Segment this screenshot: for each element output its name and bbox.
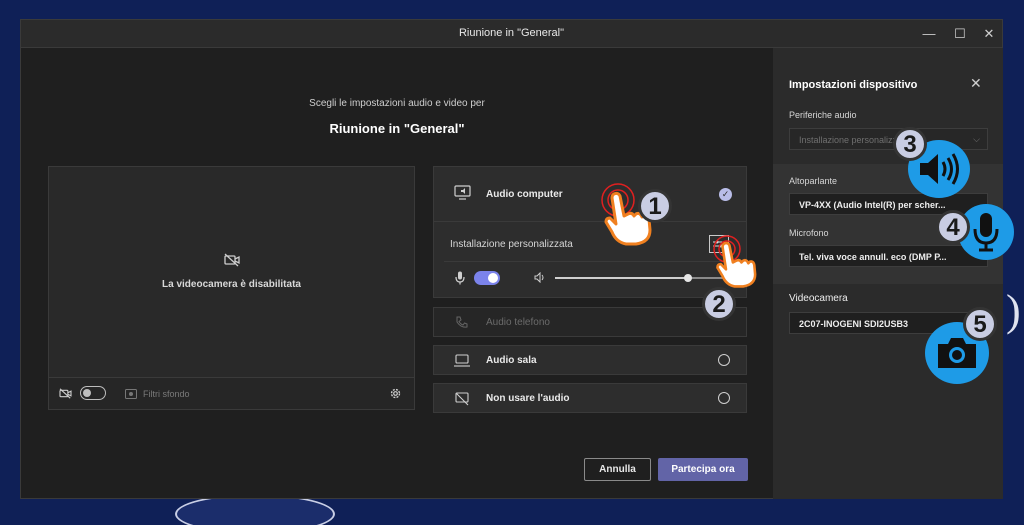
teams-window: Riunione in "General" — ☐ ✕ Scegli le im… <box>20 19 1003 499</box>
no-audio-option[interactable]: Non usare l'audio <box>433 383 747 413</box>
window-title: Riunione in "General" <box>458 27 565 39</box>
video-preview: La videocamera è disabilitata Filtri sfo… <box>48 166 415 410</box>
chevron-down-icon: ⌵ <box>973 134 980 144</box>
no-audio-radio[interactable] <box>718 392 730 404</box>
camera-disabled-text: La videocamera è disabilitata <box>162 279 301 290</box>
microphone-toggle[interactable] <box>474 271 500 285</box>
camera-value: 2C07-INOGENI SDI2USB3 <box>799 319 909 329</box>
prejoin-subtitle: Scegli le impostazioni audio e video per <box>309 98 485 109</box>
camera-label: Videocamera <box>789 293 848 304</box>
audio-room-radio[interactable] <box>718 354 730 366</box>
step-badge-3: 3 <box>893 127 927 161</box>
selected-check-icon: ✓ <box>719 188 732 201</box>
preview-toolbar: Filtri sfondo <box>49 377 414 409</box>
pointing-hand-icon <box>716 241 757 288</box>
no-audio-label: Non usare l'audio <box>486 393 570 404</box>
meeting-name: Riunione in "General" <box>329 121 465 136</box>
speaker-volume-icon <box>534 272 544 283</box>
camera-icon <box>938 338 976 368</box>
audio-room-label: Audio sala <box>486 355 537 366</box>
audio-phone-label: Audio telefono <box>486 317 550 328</box>
microphone-label: Microfono <box>789 228 829 238</box>
computer-audio-icon <box>454 185 471 200</box>
audio-devices-label: Periferiche audio <box>789 110 857 120</box>
close-panel-icon[interactable]: ✕ <box>970 75 982 92</box>
microphone-value: Tel. viva voce annull. eco (DMP P... <box>799 252 947 262</box>
audio-computer-label: Audio computer <box>486 189 563 200</box>
microphone-icon <box>455 271 465 285</box>
camera-off-icon <box>224 253 240 267</box>
speaker-icon <box>920 153 959 185</box>
microphone-dropdown[interactable]: Tel. viva voce annull. eco (DMP P... <box>789 245 988 267</box>
volume-fill <box>555 277 688 279</box>
step-badge-5: 5 <box>963 307 997 341</box>
audio-phone-option[interactable]: Audio telefono <box>433 307 747 337</box>
background-glyph: ) <box>1006 286 1021 335</box>
phone-icon <box>456 316 468 328</box>
audio-computer-panel: Audio computer ✓ Installazione personali… <box>433 166 747 298</box>
room-audio-icon <box>454 354 470 367</box>
no-audio-icon <box>455 392 469 406</box>
settings-gear-icon[interactable] <box>389 387 402 400</box>
background-filters-label[interactable]: Filtri sfondo <box>143 389 190 399</box>
join-now-button[interactable]: Partecipa ora <box>658 458 748 481</box>
title-bar: Riunione in "General" — ☐ ✕ <box>21 20 1002 48</box>
prejoin-main: Scegli le impostazioni audio e video per… <box>21 48 773 499</box>
maximize-button[interactable]: ☐ <box>949 25 971 43</box>
step-badge-1: 1 <box>638 189 672 223</box>
cancel-button[interactable]: Annulla <box>584 458 651 481</box>
divider <box>444 261 736 262</box>
custom-setup-label: Installazione personalizzata <box>450 239 573 250</box>
background-filters-icon <box>125 389 137 399</box>
audio-computer-option[interactable]: Audio computer ✓ <box>434 167 746 222</box>
speaker-label: Altoparlante <box>789 176 838 186</box>
device-settings-title: Impostazioni dispositivo <box>789 79 918 91</box>
close-window-button[interactable]: ✕ <box>978 25 1000 43</box>
microphone-icon <box>973 213 999 252</box>
volume-knob[interactable] <box>683 274 692 282</box>
volume-slider[interactable] <box>555 274 725 282</box>
audio-room-option[interactable]: Audio sala <box>433 345 747 375</box>
device-settings-panel: Impostazioni dispositivo ✕ Periferiche a… <box>773 48 1003 499</box>
step-badge-4: 4 <box>936 210 970 244</box>
step-badge-2: 2 <box>702 287 736 321</box>
camera-toggle[interactable] <box>80 386 106 400</box>
minimize-button[interactable]: — <box>918 25 940 43</box>
speaker-value: VP-4XX (Audio Intel(R) per scher... <box>799 200 946 210</box>
camera-off-small-icon <box>59 388 72 399</box>
